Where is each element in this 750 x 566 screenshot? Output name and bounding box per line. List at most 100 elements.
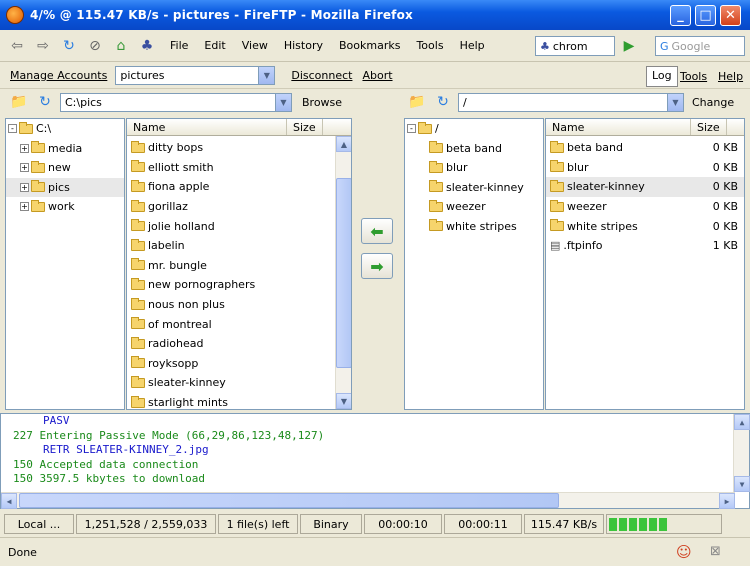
- folder-icon: [131, 317, 145, 330]
- list-item[interactable]: fiona apple: [127, 177, 351, 197]
- account-select[interactable]: pictures ▼: [115, 66, 276, 85]
- refresh-icon[interactable]: ↻: [34, 91, 56, 113]
- bookmark-icon[interactable]: ♣: [136, 35, 158, 57]
- scroll-thumb[interactable]: [336, 178, 351, 368]
- download-arrow-button[interactable]: ➡: [361, 253, 393, 279]
- collapse-icon[interactable]: -: [407, 124, 416, 134]
- column-size[interactable]: Size: [691, 119, 727, 135]
- tree-item[interactable]: blur: [405, 158, 543, 178]
- fireftp-status-icon[interactable]: ☺: [676, 543, 692, 561]
- list-item[interactable]: ▤ .ftpinfo 1 KB: [546, 236, 744, 256]
- list-item[interactable]: new pornographers: [127, 275, 351, 295]
- column-size[interactable]: Size: [287, 119, 323, 135]
- list-item[interactable]: white stripes 0 KB: [546, 216, 744, 236]
- list-item[interactable]: ditty bops: [127, 138, 351, 158]
- tree-item[interactable]: sleater-kinney: [405, 178, 543, 198]
- expand-icon[interactable]: +: [20, 143, 29, 153]
- tree-item[interactable]: - C:\: [6, 119, 124, 139]
- list-item[interactable]: starlight mints: [127, 393, 351, 409]
- list-item[interactable]: blur 0 KB: [546, 158, 744, 178]
- list-item[interactable]: labelin: [127, 236, 351, 256]
- list-item[interactable]: sleater-kinney: [127, 373, 351, 393]
- log-scrollbar[interactable]: ▲ ▼: [733, 414, 750, 492]
- list-item[interactable]: nous non plus: [127, 295, 351, 315]
- tab-tools[interactable]: Tools: [680, 70, 707, 83]
- list-item[interactable]: radiohead: [127, 334, 351, 354]
- tab-help[interactable]: Help: [718, 70, 743, 83]
- local-scrollbar[interactable]: ▲ ▼: [335, 136, 351, 409]
- tree-item[interactable]: + pics: [6, 177, 124, 197]
- change-button[interactable]: Change: [692, 96, 734, 109]
- folder-up-icon[interactable]: 📁: [8, 91, 30, 113]
- menu-file[interactable]: File: [170, 39, 188, 52]
- remote-file-list[interactable]: Name Size beta band 0 KB blur 0 KB sleater-k…: [545, 118, 745, 410]
- list-item[interactable]: jolie holland: [127, 216, 351, 236]
- menu-bookmarks[interactable]: Bookmarks: [339, 39, 400, 52]
- folder-up-icon[interactable]: 📁: [406, 91, 428, 113]
- folder-icon: [550, 160, 564, 173]
- list-item[interactable]: of montreal: [127, 314, 351, 334]
- go-icon[interactable]: ▶: [618, 35, 640, 57]
- stop-icon[interactable]: ⊘: [84, 35, 106, 57]
- remote-folder-tree[interactable]: - / beta band blur sleater-kinney weezer white…: [404, 118, 544, 410]
- disconnect-link[interactable]: Disconnect: [291, 69, 352, 82]
- list-item[interactable]: beta band 0 KB: [546, 138, 744, 158]
- list-item[interactable]: royksopp: [127, 354, 351, 374]
- list-item-label: labelin: [148, 239, 185, 253]
- menu-help[interactable]: Help: [460, 39, 485, 52]
- list-item[interactable]: sleater-kinney 0 KB: [546, 177, 744, 197]
- log-line: PASV: [43, 414, 70, 427]
- log-horizontal-scrollbar[interactable]: ◀ ▶: [1, 492, 735, 509]
- tree-item[interactable]: + work: [6, 197, 124, 217]
- scroll-right-icon[interactable]: ▶: [719, 493, 735, 509]
- url-field[interactable]: ♣ chrom: [535, 36, 615, 56]
- list-item-label: of montreal: [148, 317, 212, 331]
- manage-accounts-link[interactable]: Manage Accounts: [10, 69, 107, 82]
- scroll-down-icon[interactable]: ▼: [734, 476, 750, 492]
- tree-item[interactable]: weezer: [405, 197, 543, 217]
- scroll-thumb[interactable]: [19, 493, 559, 508]
- maximize-button[interactable]: □: [695, 5, 716, 26]
- list-item[interactable]: gorillaz: [127, 197, 351, 217]
- search-input[interactable]: G Google: [655, 36, 745, 56]
- tree-item[interactable]: + media: [6, 139, 124, 159]
- scroll-up-icon[interactable]: ▲: [734, 414, 750, 430]
- local-path-input[interactable]: C:\pics ▼: [60, 92, 292, 112]
- local-folder-tree[interactable]: - C:\ + media + new + pics + work: [5, 118, 125, 410]
- home-icon[interactable]: ⌂: [110, 35, 132, 57]
- expand-icon[interactable]: +: [20, 182, 29, 192]
- expand-icon[interactable]: +: [20, 202, 29, 212]
- scroll-up-icon[interactable]: ▲: [336, 136, 351, 152]
- tab-log[interactable]: Log: [646, 66, 678, 87]
- menu-tools[interactable]: Tools: [416, 39, 443, 52]
- menu-history[interactable]: History: [284, 39, 323, 52]
- expand-icon[interactable]: +: [20, 163, 29, 173]
- list-item[interactable]: mr. bungle: [127, 256, 351, 276]
- remote-path-input[interactable]: / ▼: [458, 92, 684, 112]
- upload-arrow-button[interactable]: ⬅: [361, 218, 393, 244]
- scroll-down-icon[interactable]: ▼: [336, 393, 351, 409]
- abort-link[interactable]: Abort: [362, 69, 392, 82]
- menu-edit[interactable]: Edit: [204, 39, 225, 52]
- scroll-left-icon[interactable]: ◀: [1, 493, 17, 509]
- menu-view[interactable]: View: [242, 39, 268, 52]
- forward-icon[interactable]: ⇨: [32, 35, 54, 57]
- collapse-icon[interactable]: -: [8, 124, 17, 134]
- tree-item[interactable]: white stripes: [405, 217, 543, 237]
- list-item[interactable]: weezer 0 KB: [546, 197, 744, 217]
- folder-icon: [131, 140, 145, 153]
- local-file-list[interactable]: Name Size ditty bops elliott smith fiona a…: [126, 118, 352, 410]
- refresh-icon[interactable]: ↻: [432, 91, 454, 113]
- column-name[interactable]: Name: [546, 119, 691, 135]
- minimize-button[interactable]: _: [670, 5, 691, 26]
- list-item[interactable]: elliott smith: [127, 158, 351, 178]
- tree-item[interactable]: - /: [405, 119, 543, 139]
- browse-button[interactable]: Browse: [302, 96, 342, 109]
- reload-icon[interactable]: ↻: [58, 35, 80, 57]
- tree-item[interactable]: beta band: [405, 139, 543, 159]
- close-button[interactable]: ✕: [720, 5, 741, 26]
- tree-item[interactable]: + new: [6, 158, 124, 178]
- back-icon[interactable]: ⇦: [6, 35, 28, 57]
- column-name[interactable]: Name: [127, 119, 287, 135]
- log-panel[interactable]: PASV 227 Entering Passive Mode (66,29,86,…: [0, 413, 750, 509]
